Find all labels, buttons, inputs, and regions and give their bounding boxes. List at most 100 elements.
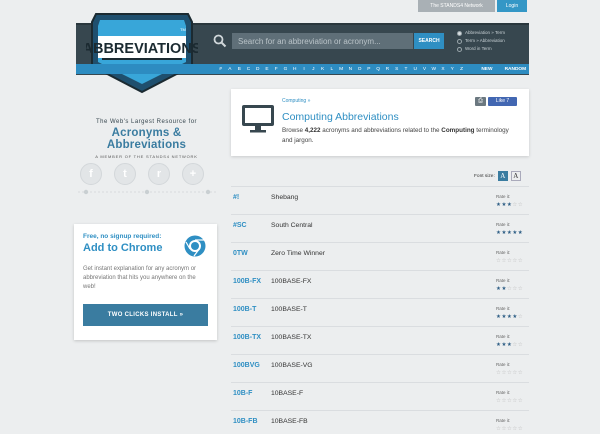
- letter-link[interactable]: Q: [374, 67, 383, 72]
- star-filled-icon[interactable]: ★: [512, 230, 517, 236]
- letter-link[interactable]: M: [336, 67, 345, 72]
- radio-icon[interactable]: [457, 46, 462, 52]
- star-empty-icon[interactable]: ☆: [512, 342, 517, 348]
- facebook-like-button[interactable]: Like 7: [488, 97, 517, 106]
- letter-link[interactable]: V: [420, 67, 429, 72]
- star-filled-icon[interactable]: ★: [507, 230, 512, 236]
- plus-icon[interactable]: +: [182, 163, 204, 185]
- star-empty-icon[interactable]: ☆: [496, 426, 501, 432]
- letter-link[interactable]: #: [216, 67, 225, 72]
- abbreviation-link[interactable]: 100B-T: [233, 306, 256, 313]
- search-input[interactable]: [232, 33, 413, 49]
- abbreviation-link[interactable]: 100B-TX: [233, 334, 261, 341]
- radio-icon[interactable]: [457, 38, 462, 44]
- abbreviation-link[interactable]: 100BVG: [233, 362, 260, 369]
- letter-link[interactable]: L: [327, 67, 336, 72]
- letter-link[interactable]: Y: [448, 67, 457, 72]
- letter-link[interactable]: J: [309, 67, 318, 72]
- letter-link[interactable]: P: [364, 67, 373, 72]
- letter-link[interactable]: X: [438, 67, 447, 72]
- star-filled-icon[interactable]: ★: [501, 342, 506, 348]
- star-filled-icon[interactable]: ★: [496, 202, 501, 208]
- letter-link[interactable]: Z: [457, 67, 466, 72]
- star-rating[interactable]: ☆ ☆ ☆ ☆ ☆: [496, 370, 523, 376]
- star-empty-icon[interactable]: ☆: [518, 426, 523, 432]
- star-filled-icon[interactable]: ★: [512, 314, 517, 320]
- letter-link[interactable]: N: [346, 67, 355, 72]
- letter-link[interactable]: G: [281, 67, 290, 72]
- star-rating[interactable]: ☆ ☆ ☆ ☆ ☆: [496, 258, 523, 264]
- star-empty-icon[interactable]: ☆: [518, 258, 523, 264]
- star-empty-icon[interactable]: ☆: [518, 370, 523, 376]
- letter-link[interactable]: S: [392, 67, 401, 72]
- abbreviation-link[interactable]: #SC: [233, 222, 247, 229]
- star-empty-icon[interactable]: ☆: [501, 370, 506, 376]
- star-empty-icon[interactable]: ☆: [512, 286, 517, 292]
- abbreviation-link[interactable]: 0TW: [233, 250, 248, 257]
- print-icon[interactable]: ⎙: [475, 97, 486, 106]
- star-empty-icon[interactable]: ☆: [507, 398, 512, 404]
- letter-link[interactable]: R: [383, 67, 392, 72]
- star-filled-icon[interactable]: ★: [496, 286, 501, 292]
- star-rating[interactable]: ★ ★ ★ ☆ ☆: [496, 202, 523, 208]
- star-filled-icon[interactable]: ★: [518, 230, 523, 236]
- letter-link[interactable]: C: [244, 67, 253, 72]
- letter-link[interactable]: T: [401, 67, 410, 72]
- letter-link[interactable]: H: [290, 67, 299, 72]
- star-filled-icon[interactable]: ★: [507, 314, 512, 320]
- install-button[interactable]: TWO CLICKS INSTALL »: [83, 304, 208, 326]
- letter-link[interactable]: U: [411, 67, 420, 72]
- login-button[interactable]: Login: [497, 0, 527, 12]
- letter-link[interactable]: E: [262, 67, 271, 72]
- abbreviation-link[interactable]: 10B-FB: [233, 418, 258, 425]
- star-empty-icon[interactable]: ☆: [512, 398, 517, 404]
- abbreviation-link[interactable]: 100B-FX: [233, 278, 261, 285]
- star-rating[interactable]: ☆ ☆ ☆ ☆ ☆: [496, 398, 523, 404]
- star-empty-icon[interactable]: ☆: [518, 314, 523, 320]
- abbreviations-logo[interactable]: ABBREVIATIONS TM: [86, 10, 198, 98]
- mode-option-word-in-term[interactable]: Word in Term: [457, 45, 505, 53]
- star-empty-icon[interactable]: ☆: [507, 258, 512, 264]
- nav-random-link[interactable]: RANDOM: [502, 67, 529, 72]
- network-link[interactable]: The STANDS4 Network: [418, 0, 495, 12]
- letter-link[interactable]: A: [225, 67, 234, 72]
- star-empty-icon[interactable]: ☆: [501, 398, 506, 404]
- star-rating[interactable]: ★ ★ ★ ★ ☆: [496, 314, 523, 320]
- mode-option-abbr-term[interactable]: Abbreviation » Term: [457, 29, 505, 37]
- star-filled-icon[interactable]: ★: [507, 202, 512, 208]
- star-empty-icon[interactable]: ☆: [501, 258, 506, 264]
- letter-link[interactable]: I: [299, 67, 308, 72]
- font-size-large-button[interactable]: A: [510, 171, 521, 181]
- star-empty-icon[interactable]: ☆: [512, 258, 517, 264]
- letter-link[interactable]: B: [235, 67, 244, 72]
- star-rating[interactable]: ★ ★ ★ ☆ ☆: [496, 342, 523, 348]
- mode-option-term-abbr[interactable]: Term » Abbreviation: [457, 37, 505, 45]
- star-empty-icon[interactable]: ☆: [496, 258, 501, 264]
- nav-new-link[interactable]: NEW: [478, 67, 496, 72]
- star-rating[interactable]: ★ ★ ★ ★ ★: [496, 230, 523, 236]
- star-empty-icon[interactable]: ☆: [507, 426, 512, 432]
- star-filled-icon[interactable]: ★: [496, 230, 501, 236]
- letter-link[interactable]: F: [272, 67, 281, 72]
- font-size-small-button[interactable]: A: [497, 171, 508, 181]
- star-empty-icon[interactable]: ☆: [518, 398, 523, 404]
- star-filled-icon[interactable]: ★: [501, 286, 506, 292]
- letter-link[interactable]: O: [355, 67, 364, 72]
- star-empty-icon[interactable]: ☆: [507, 370, 512, 376]
- star-empty-icon[interactable]: ☆: [501, 426, 506, 432]
- star-filled-icon[interactable]: ★: [496, 342, 501, 348]
- star-rating[interactable]: ☆ ☆ ☆ ☆ ☆: [496, 426, 523, 432]
- abbreviation-link[interactable]: #!: [233, 194, 239, 201]
- letter-link[interactable]: K: [318, 67, 327, 72]
- star-filled-icon[interactable]: ★: [501, 314, 506, 320]
- breadcrumb[interactable]: Computing »: [282, 98, 310, 104]
- letter-link[interactable]: W: [429, 67, 438, 72]
- abbreviation-link[interactable]: 10B-F: [233, 390, 252, 397]
- reddit-icon[interactable]: r: [148, 163, 170, 185]
- star-empty-icon[interactable]: ☆: [512, 202, 517, 208]
- star-empty-icon[interactable]: ☆: [496, 370, 501, 376]
- facebook-icon[interactable]: f: [80, 163, 102, 185]
- star-empty-icon[interactable]: ☆: [518, 202, 523, 208]
- radio-selected-icon[interactable]: [457, 30, 462, 36]
- search-icon[interactable]: [213, 34, 227, 48]
